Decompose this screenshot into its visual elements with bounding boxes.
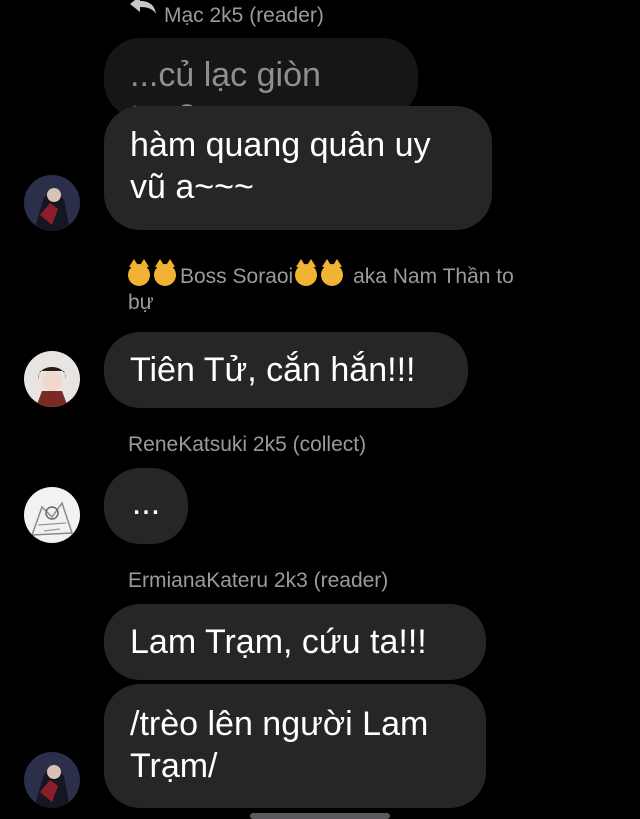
cat-emoji-icon <box>321 259 344 286</box>
avatar-image <box>24 175 80 231</box>
message-bubble[interactable]: Lam Trạm, cứu ta!!! <box>104 604 486 680</box>
avatar-image <box>24 752 80 808</box>
message-bubble[interactable]: Tiên Tử, cắn hắn!!! <box>104 332 468 408</box>
message-bubble[interactable]: hàm quang quân uy vũ a~~~ <box>104 106 492 230</box>
cat-emoji-icon <box>154 259 176 286</box>
sender-name: Boss Soraoi aka Nam Thần to bự <box>128 259 514 314</box>
message-text: Tiên Tử, cắn hắn!!! <box>130 351 416 389</box>
sender-name: Mạc 2k5 (reader) <box>164 4 324 27</box>
avatar-image <box>24 351 80 407</box>
home-indicator <box>250 813 390 819</box>
message-text-line: Trạm/ <box>130 747 218 785</box>
reply-arrow-icon <box>130 0 156 14</box>
avatar[interactable] <box>24 351 80 407</box>
message-bubble[interactable]: ... <box>104 468 188 544</box>
avatar-image <box>24 487 80 543</box>
message-text: ... <box>131 484 161 522</box>
message-bubble[interactable]: /trèo lên người Lam Trạm/ <box>104 684 486 808</box>
message-text-line: /trèo lên người Lam <box>130 705 429 743</box>
cat-emoji-icon <box>295 259 318 286</box>
message-text: Lam Trạm, cứu ta!!! <box>130 623 427 661</box>
sender-name: ErmianaKateru 2k3 (reader) <box>128 569 389 592</box>
avatar[interactable] <box>24 752 80 808</box>
message-text-line: hàm quang quân uy <box>130 126 431 164</box>
sender-name: ReneKatsuki 2k5 (collect) <box>128 433 367 456</box>
avatar[interactable] <box>24 175 80 231</box>
cat-emoji-icon <box>128 259 150 286</box>
avatar[interactable] <box>24 487 80 543</box>
message-text-line: vũ a~~~ <box>130 168 254 206</box>
